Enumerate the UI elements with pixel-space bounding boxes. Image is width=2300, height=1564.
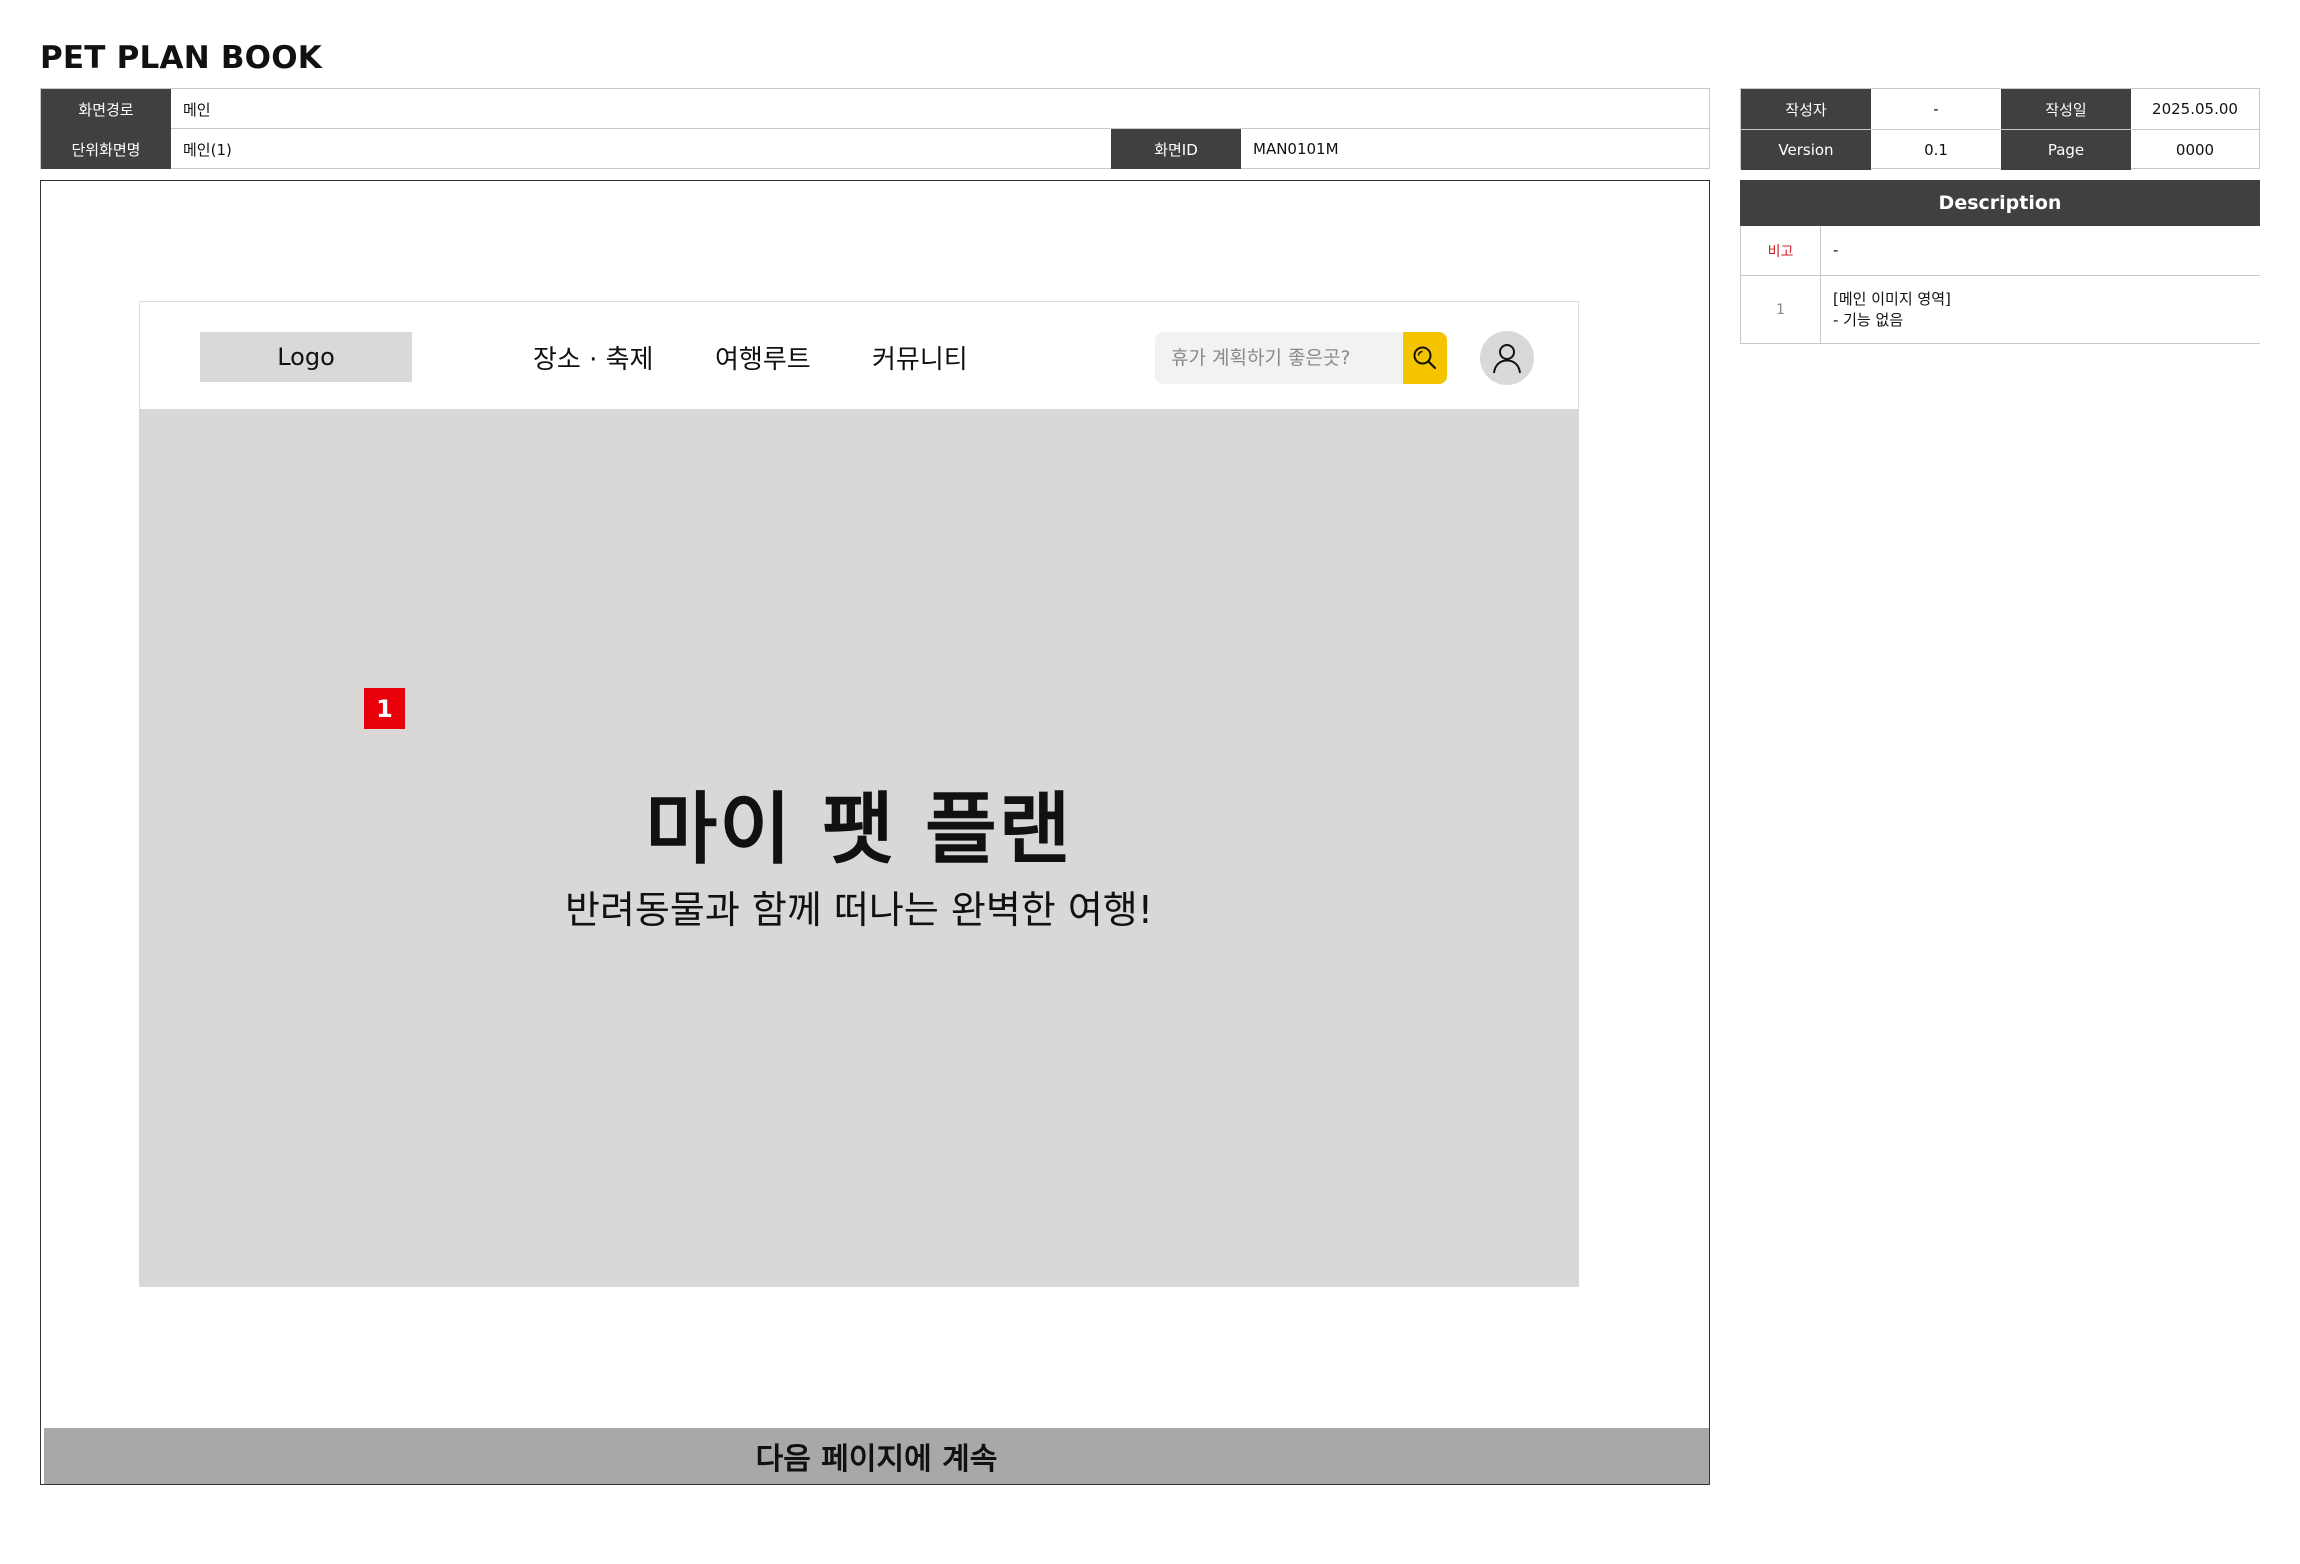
- mock-page: Logo 장소 · 축제 여행루트 커뮤니티 휴가 계획하기 좋은곳? 1 마이…: [139, 301, 1579, 1287]
- hero-subtitle: 반려동물과 함께 떠나는 완벽한 여행!: [565, 888, 1153, 932]
- date-value: 2025.05.00: [2152, 100, 2238, 118]
- search-input[interactable]: [1155, 332, 1403, 384]
- wireframe-frame: Logo 장소 · 축제 여행루트 커뮤니티 휴가 계획하기 좋은곳? 1 마이…: [40, 180, 1710, 1485]
- version-value: 0.1: [1924, 141, 1948, 159]
- page-value: 0000: [2175, 141, 2215, 159]
- nav-item-travel-routes[interactable]: 여행루트: [715, 332, 811, 382]
- description-row: 비고 -: [1740, 226, 2260, 276]
- nav-item-places-festivals[interactable]: 장소 · 축제: [533, 332, 653, 382]
- screen-path-label: 화면경로: [41, 89, 171, 129]
- document-title: PET PLAN BOOK: [40, 40, 322, 76]
- meta-table-right: 작성자 - 작성일 2025.05.00 Version 0.1 Page 00…: [1740, 88, 2260, 170]
- author-label: 작성자: [1741, 89, 1871, 129]
- meta-table: 화면경로 메인 단위화면명 메인(1) 화면ID MAN0101M: [40, 88, 1710, 169]
- unit-screen-label: 단위화면명: [41, 129, 171, 169]
- annotation-badge: 1: [364, 688, 405, 729]
- screen-id-label: 화면ID: [1111, 129, 1241, 169]
- description-header: Description: [1740, 180, 2260, 226]
- meta-row-unit: 단위화면명 메인(1) 화면ID MAN0101M: [41, 129, 1709, 169]
- site-header: Logo 장소 · 축제 여행루트 커뮤니티: [139, 301, 1579, 409]
- unit-screen-value: 메인(1): [183, 140, 232, 159]
- nav-item-community[interactable]: 커뮤니티: [872, 332, 968, 382]
- hero-title: 마이 팻 플랜: [645, 785, 1073, 875]
- description-line: [메인 이미지 영역]: [1833, 290, 1951, 308]
- user-avatar-button[interactable]: [1480, 331, 1534, 385]
- date-label: 작성일: [2001, 89, 2131, 129]
- logo[interactable]: Logo: [200, 332, 412, 382]
- search-icon: [1413, 346, 1437, 370]
- description-row-text: [메인 이미지 영역] - 기능 없음: [1833, 276, 2252, 344]
- search-box: [1155, 332, 1447, 384]
- screen-path-value: 메인: [183, 100, 211, 119]
- screen-id-value: MAN0101M: [1253, 140, 1339, 158]
- search-button[interactable]: [1403, 332, 1447, 384]
- page-label: Page: [2001, 130, 2131, 170]
- continue-banner: 다음 페이지에 계속: [44, 1428, 1709, 1484]
- description-row-number: 비고: [1741, 226, 1821, 275]
- meta-row-path: 화면경로 메인: [41, 89, 1709, 129]
- description-row-text: -: [1833, 226, 2252, 275]
- author-value: -: [1933, 100, 1939, 118]
- user-icon: [1493, 344, 1521, 374]
- description-line: - 기능 없음: [1833, 311, 1904, 329]
- description-row: 1 [메인 이미지 영역] - 기능 없음: [1740, 276, 2260, 344]
- version-label: Version: [1741, 130, 1871, 170]
- description-line: -: [1833, 241, 1839, 259]
- description-row-number: 1: [1741, 276, 1821, 344]
- main-image-area: 1 마이 팻 플랜 반려동물과 함께 떠나는 완벽한 여행!: [139, 409, 1579, 1287]
- description-panel: Description 비고 - 1 [메인 이미지 영역] - 기능 없음: [1740, 180, 2260, 344]
